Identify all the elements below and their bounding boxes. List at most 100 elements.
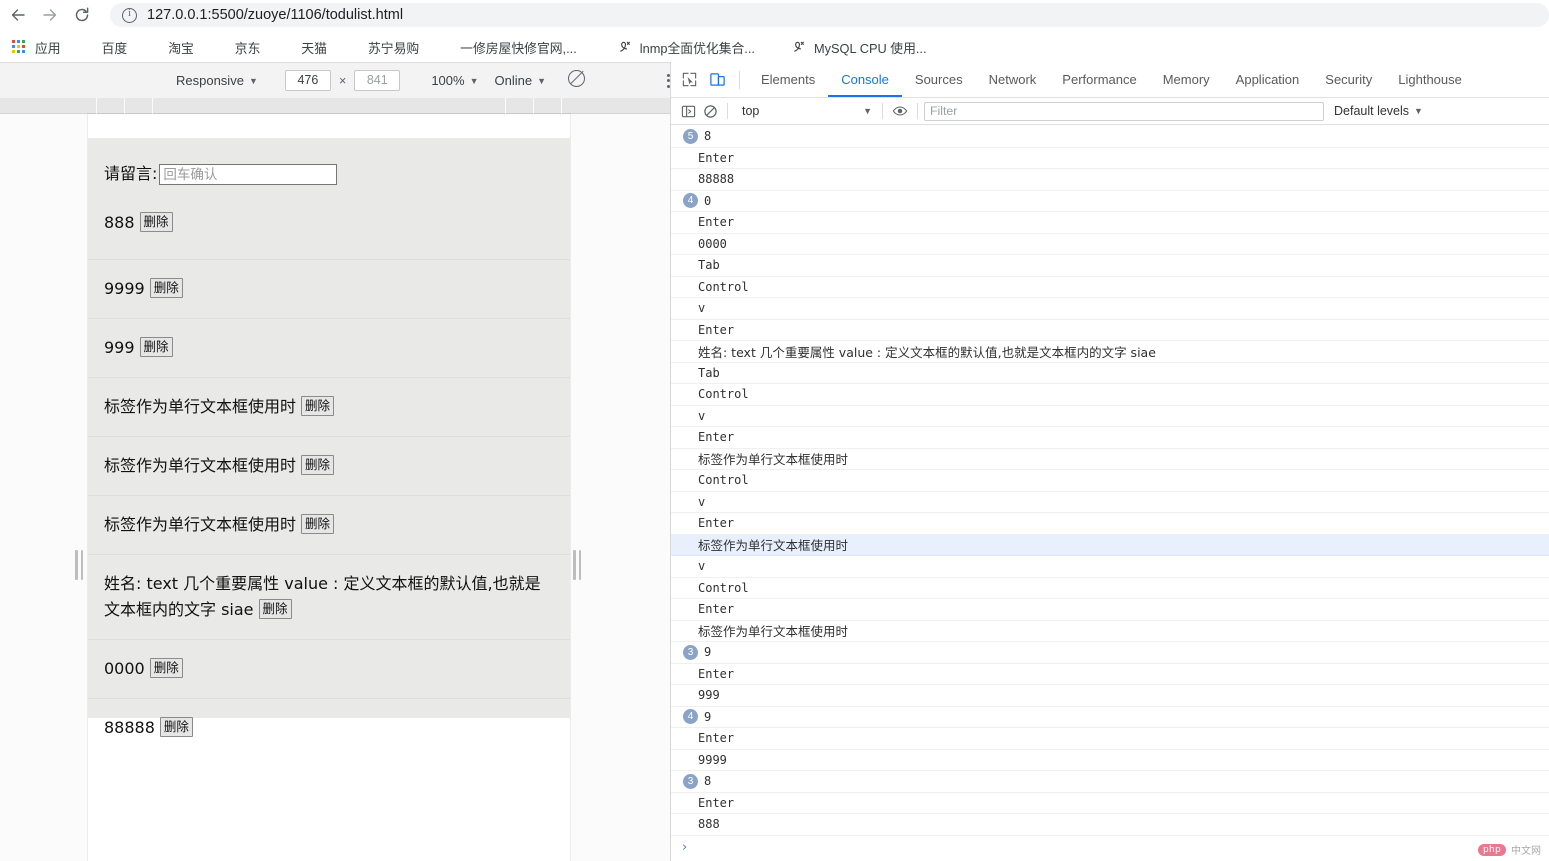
globe-icon	[278, 39, 294, 55]
device-select[interactable]: Responsive ▼	[176, 70, 258, 92]
tab-performance[interactable]: Performance	[1049, 62, 1149, 97]
delete-button[interactable]: 删除	[149, 278, 183, 298]
bookmark-baidu[interactable]: 百度	[71, 35, 136, 59]
no-throttling-icon[interactable]	[568, 69, 585, 92]
console-message-row[interactable]: v	[671, 406, 1549, 427]
console-message-row[interactable]: Enter	[671, 664, 1549, 685]
tab-elements[interactable]: Elements	[748, 62, 828, 97]
console-message-row[interactable]: Enter	[671, 427, 1549, 449]
console-message-row[interactable]: 标签作为单行文本框使用时	[671, 534, 1549, 556]
console-message-text: Enter	[698, 430, 735, 445]
viewport-resize-handle-right[interactable]	[572, 546, 582, 584]
console-message-row[interactable]: 9999	[671, 750, 1549, 771]
network-throttling-select[interactable]: Online ▼	[495, 70, 547, 92]
delete-button[interactable]: 删除	[258, 599, 292, 619]
delete-button[interactable]: 删除	[301, 396, 335, 416]
console-message-row[interactable]: 40	[671, 191, 1549, 212]
console-message-text: Control	[698, 279, 749, 294]
console-message-text: 姓名: text 几个重要属性 value : 定义文本框的默认值,也就是文本框…	[698, 344, 1156, 360]
delete-button[interactable]: 删除	[139, 212, 173, 232]
console-message-text: 0	[704, 193, 712, 208]
viewport-resize-handle-left[interactable]	[74, 546, 84, 584]
console-message-row[interactable]: 58	[671, 126, 1549, 148]
bookmark-mysql-cpu[interactable]: MySQL CPU 使用...	[783, 35, 935, 59]
viewport-height-input[interactable]: 841	[354, 70, 401, 91]
console-message-row[interactable]: v	[671, 298, 1549, 320]
tab-console[interactable]: Console	[828, 62, 902, 97]
forward-icon[interactable]	[36, 1, 64, 29]
console-message-row[interactable]: Control	[671, 470, 1549, 492]
console-message-text: Tab	[698, 258, 720, 273]
console-message-row[interactable]: v	[671, 556, 1549, 578]
clear-console-icon[interactable]	[699, 100, 721, 122]
console-message-row[interactable]: 标签作为单行文本框使用时	[671, 449, 1549, 470]
lnmp-icon	[791, 39, 807, 55]
console-message-row[interactable]: Enter	[671, 599, 1549, 621]
console-message-row[interactable]: Control	[671, 384, 1549, 406]
console-message-row[interactable]: 0000	[671, 234, 1549, 255]
address-bar[interactable]: 127.0.0.1:5500/zuoye/1106/todulist.html	[110, 3, 1549, 27]
tab-application[interactable]: Application	[1223, 62, 1313, 97]
console-message-row[interactable]: v	[671, 492, 1549, 513]
console-message-row[interactable]: Control	[671, 277, 1549, 298]
delete-button[interactable]: 删除	[159, 717, 193, 737]
zoom-select[interactable]: 100% ▼	[431, 70, 478, 92]
page-frame: 请留言: 回车确认 888 删除 9999 删除 999 删除 标签作为单行文本框使用时…	[88, 114, 570, 861]
console-filter-input[interactable]: Filter	[924, 101, 1324, 121]
bookmark-tmall[interactable]: 天猫	[270, 35, 335, 59]
bookmark-label: MySQL CPU 使用...	[813, 40, 927, 56]
log-levels-select[interactable]: Default levels ▼	[1334, 104, 1423, 118]
console-message-row[interactable]: Tab	[671, 363, 1549, 384]
execution-context-select[interactable]: top ▼	[736, 101, 876, 121]
console-message-row[interactable]: Control	[671, 578, 1549, 599]
console-message-row[interactable]: 49	[671, 707, 1549, 728]
site-info-icon[interactable]	[122, 7, 137, 23]
console-message-row[interactable]: 姓名: text 几个重要属性 value : 定义文本框的默认值,也就是文本框…	[671, 341, 1549, 363]
console-message-row[interactable]: Enter	[671, 148, 1549, 169]
tab-lighthouse[interactable]: Lighthouse	[1385, 62, 1475, 97]
device-toolbar-icon[interactable]	[703, 66, 731, 94]
show-console-sidebar-icon[interactable]	[677, 100, 699, 122]
console-prompt[interactable]: ›	[671, 836, 1549, 860]
inspect-element-icon[interactable]	[675, 66, 703, 94]
console-message-row[interactable]: 标签作为单行文本框使用时	[671, 621, 1549, 642]
back-icon[interactable]	[4, 1, 32, 29]
console-message-row[interactable]: Tab	[671, 255, 1549, 277]
live-expressions-eye-icon[interactable]	[889, 100, 911, 122]
bookmark-apps[interactable]: 应用	[4, 35, 69, 59]
console-filter-bar: top ▼ Filter Default levels ▼	[671, 98, 1549, 125]
console-message-row[interactable]: Enter	[671, 320, 1549, 341]
console-message-list[interactable]: 5 8 Enter 88888 4 0 Enter 0000 Tab Control v Enter 姓…	[671, 126, 1549, 861]
globe-icon	[145, 39, 161, 55]
viewport-ruler	[0, 98, 670, 114]
bookmark-lnmp[interactable]: lnmp全面优化集合...	[609, 35, 763, 59]
devtools-panel: Elements Console Sources Network Perform…	[670, 62, 1549, 861]
console-message-row[interactable]: 88888	[671, 169, 1549, 191]
tab-memory[interactable]: Memory	[1150, 62, 1223, 97]
console-message-row[interactable]: 38	[671, 771, 1549, 793]
delete-button[interactable]: 删除	[149, 658, 183, 678]
dimension-separator: ×	[338, 73, 347, 88]
console-message-row[interactable]: Enter	[671, 793, 1549, 814]
tab-security[interactable]: Security	[1312, 62, 1385, 97]
delete-button[interactable]: 删除	[139, 337, 173, 357]
delete-button[interactable]: 删除	[301, 455, 335, 475]
todo-item: 标签作为单行文本框使用时 删除	[88, 436, 570, 495]
bookmark-taobao[interactable]: 淘宝	[137, 35, 202, 59]
tab-sources[interactable]: Sources	[902, 62, 976, 97]
bookmark-yixiu[interactable]: 一修房屋快修官网,...	[429, 35, 585, 59]
console-message-row[interactable]: 39	[671, 642, 1549, 664]
message-input[interactable]: 回车确认	[159, 164, 338, 186]
tab-network[interactable]: Network	[976, 62, 1050, 97]
console-message-row[interactable]: Enter	[671, 513, 1549, 535]
delete-button[interactable]: 删除	[301, 514, 335, 534]
console-message-row[interactable]: Enter	[671, 212, 1549, 234]
bookmark-suning[interactable]: 苏宁易购	[337, 35, 427, 59]
viewport-width-input[interactable]: 476	[284, 70, 331, 91]
console-message-row[interactable]: Enter	[671, 728, 1549, 750]
bookmark-jd[interactable]: 京东	[204, 35, 269, 59]
console-message-row[interactable]: 999	[671, 685, 1549, 707]
reload-icon[interactable]	[68, 1, 96, 29]
console-message-row[interactable]: 888	[671, 814, 1549, 836]
todo-app: 请留言: 回车确认 888 删除 9999 删除 999 删除 标签作为单行文本框使用时…	[88, 138, 570, 737]
